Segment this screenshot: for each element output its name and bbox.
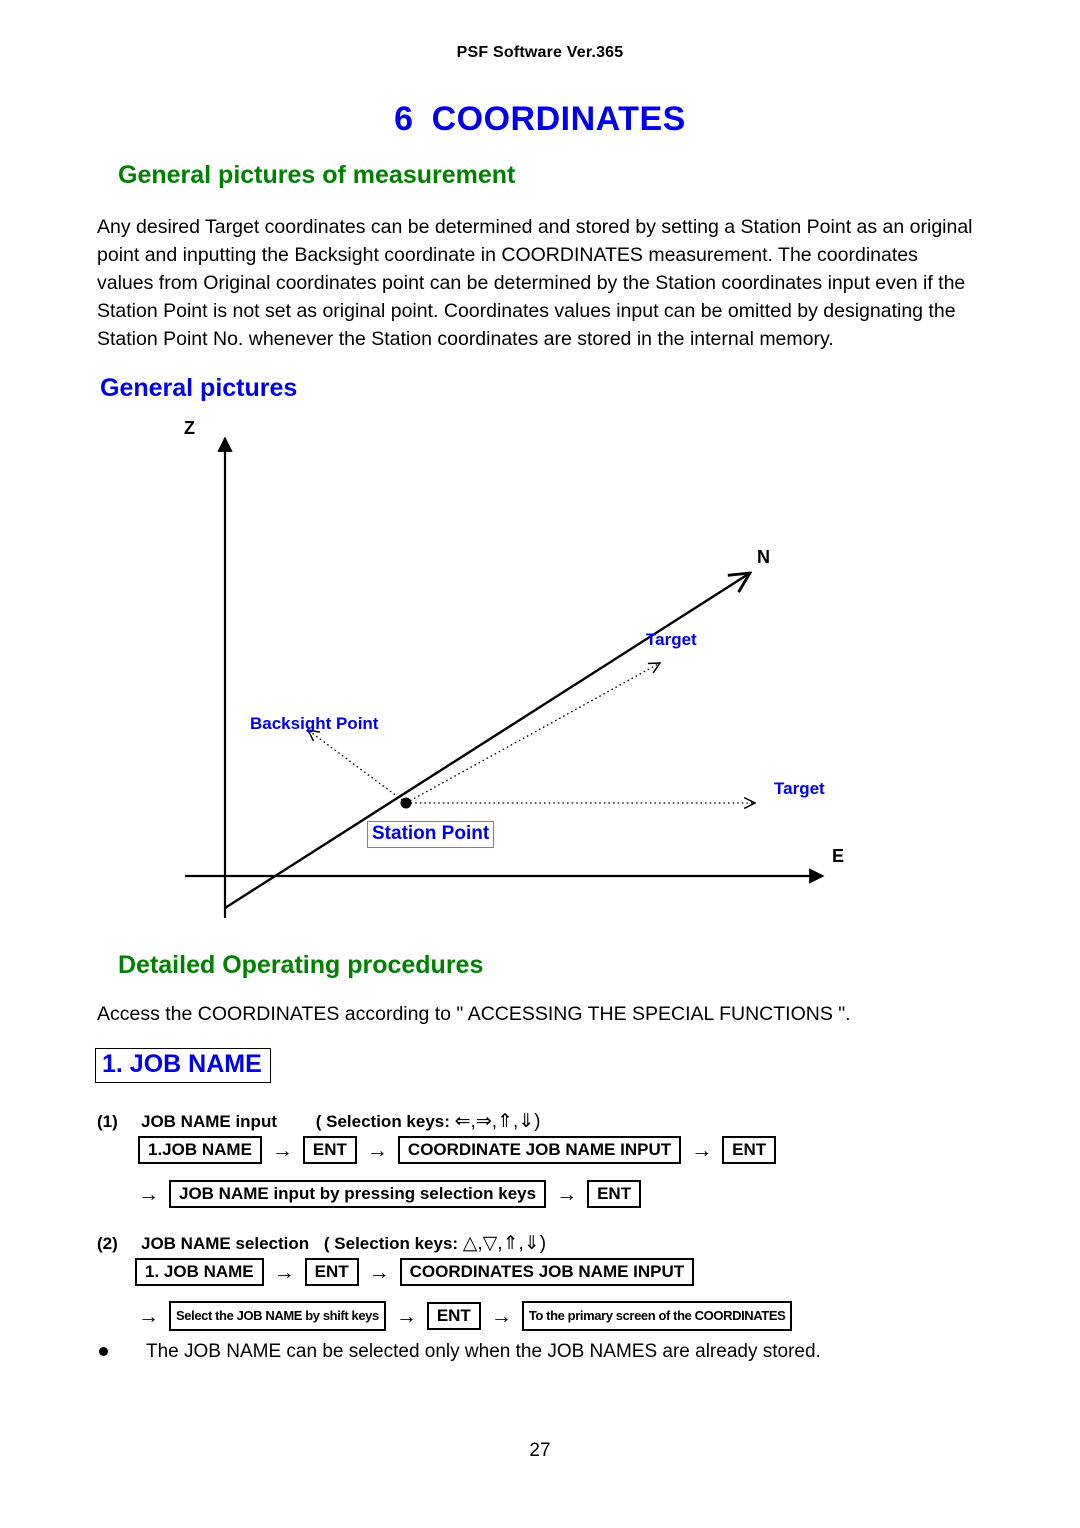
flow-arrow-icon: → [138,1304,159,1328]
label-backsight-point: Backsight Point [250,714,379,733]
procedure-1-flow-row-1: 1.JOB NAME → ENT → COORDINATE JOB NAME I… [138,1136,777,1164]
coordinates-diagram: Z N E Target Target Backsight Point Stat… [95,418,985,918]
axis-label-z: Z [184,418,195,438]
procedure-2-flow-row-2: → Select the JOB NAME by shift keys → EN… [138,1301,793,1331]
flow-arrow-icon: → [368,1260,390,1284]
flow-arrow-icon: → [691,1138,713,1162]
bullet-icon [99,1347,108,1356]
page-title: 6 COORDINATES [0,100,1080,139]
section-heading-general-pictures-of-measurement: General pictures of measurement [118,161,516,189]
access-instruction: Access the COORDINATES according to " AC… [97,1003,851,1025]
key-job-name-input-by-pressing-selection-keys[interactable]: JOB NAME input by pressing selection key… [169,1180,547,1208]
flow-arrow-icon: → [395,1304,417,1328]
flow-arrow-icon: → [138,1182,159,1206]
label-target-lower: Target [774,779,825,798]
ray-target-upper [405,663,660,804]
axis-label-e: E [832,846,845,866]
procedure-1-keys-close: ) [534,1111,541,1132]
procedure-1-flow-row-2: → JOB NAME input by pressing selection k… [138,1180,642,1208]
key-ent[interactable]: ENT [304,1258,359,1286]
key-ent[interactable]: ENT [587,1180,642,1208]
procedure-2-keys-glyphs: △,▽,⇑,⇓ [462,1233,540,1254]
procedure-1-heading: (1) JOB NAME input ( Selection keys: ⇐,⇒,… [97,1110,541,1133]
section-heading-general-pictures: General pictures [100,374,298,402]
flow-arrow-icon: → [271,1138,293,1162]
key-coordinates-job-name-input[interactable]: COORDINATES JOB NAME INPUT [399,1258,695,1286]
flow-arrow-icon: → [273,1260,295,1284]
key-1-job-name[interactable]: 1. JOB NAME [135,1258,264,1286]
procedure-1-keys-glyphs: ⇐,⇒,⇑,⇓ [454,1111,535,1132]
ray-backsight [308,730,407,804]
procedure-2-heading: (2) JOB NAME selection ( Selection keys: … [97,1232,546,1255]
key-ent[interactable]: ENT [426,1302,481,1330]
section-heading-detailed-operating-procedures: Detailed Operating procedures [118,951,484,979]
label-target-upper: Target [646,630,697,649]
diagram-svg [185,436,825,918]
intro-paragraph: Any desired Target coordinates can be de… [97,216,973,350]
procedure-1-keys-label: ( Selection keys: [315,1112,450,1131]
axis-label-n: N [757,547,770,567]
key-ent[interactable]: ENT [302,1136,357,1164]
key-1-job-name[interactable]: 1.JOB NAME [138,1136,262,1164]
procedure-2-keys-label: ( Selection keys: [323,1234,459,1253]
key-ent[interactable]: ENT [722,1136,777,1164]
station-point-dot [400,797,412,809]
note-row: The JOB NAME can be selected only when t… [99,1341,821,1363]
procedure-2-flow-row-1: 1. JOB NAME → ENT → COORDINATES JOB NAME… [135,1258,695,1286]
key-coordinate-job-name-input[interactable]: COORDINATE JOB NAME INPUT [397,1136,682,1164]
key-to-the-primary-screen-of-the-coordinates[interactable]: To the primary screen of the COORDINATES [521,1301,793,1331]
procedure-1-index: (1) [97,1112,118,1131]
label-station-point: Station Point [367,821,495,848]
chapter-number: 6 [394,100,414,138]
page-number: 27 [529,1440,551,1461]
running-head: PSF Software Ver.365 [456,44,624,61]
procedure-2-index: (2) [97,1234,118,1253]
procedure-1-title: JOB NAME input [141,1112,277,1131]
document-page: PSF Software Ver.365 6 COORDINATES Genera… [0,0,1080,1528]
flow-arrow-icon: → [556,1182,578,1206]
flow-arrow-icon: → [366,1138,388,1162]
procedure-2-keys-close: ) [539,1233,547,1254]
axis-n-line [224,573,750,910]
procedure-2-title: JOB NAME selection [141,1234,310,1253]
note-text: The JOB NAME can be selected only when t… [146,1341,821,1362]
flow-arrow-icon: → [490,1304,512,1328]
chapter-title-text: COORDINATES [431,100,686,138]
key-select-the-job-name-by-shift-keys[interactable]: Select the JOB NAME by shift keys [169,1301,386,1331]
job-name-heading: 1. JOB NAME [95,1048,271,1083]
